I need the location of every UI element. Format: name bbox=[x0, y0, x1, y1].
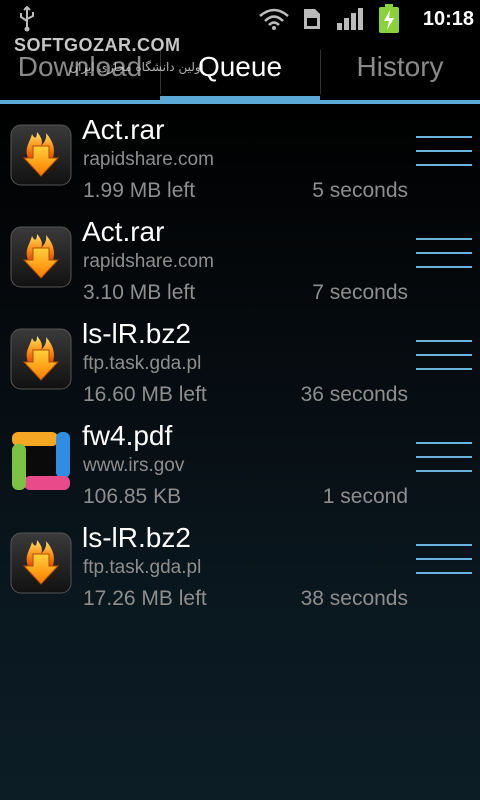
file-name: ls-lR.bz2 bbox=[82, 522, 191, 553]
drag-handle-icon[interactable] bbox=[416, 442, 472, 476]
sim-icon bbox=[304, 9, 320, 29]
screen: 10:18 Download Queue History SOFTGOZAR.C… bbox=[0, 0, 480, 800]
time-remaining: 36 seconds bbox=[300, 383, 408, 406]
battery-charging-icon bbox=[379, 4, 399, 33]
list-item[interactable]: ls-lR.bz2 ftp.task.gda.pl 16.60 MB left … bbox=[0, 314, 480, 416]
file-host: ftp.task.gda.pl bbox=[83, 557, 202, 578]
status-bar: 10:18 bbox=[0, 0, 480, 38]
colorful-square-icon bbox=[10, 430, 72, 492]
list-item[interactable]: Act.rar rapidshare.com 1.99 MB left 5 se… bbox=[0, 110, 480, 212]
wifi-icon bbox=[259, 8, 289, 30]
time-remaining: 7 seconds bbox=[312, 281, 408, 304]
signal-icon bbox=[337, 8, 363, 30]
tab-history[interactable]: History bbox=[320, 38, 480, 104]
tab-divider bbox=[320, 50, 321, 94]
download-fire-icon bbox=[10, 226, 72, 288]
file-name: fw4.pdf bbox=[82, 420, 173, 451]
time-remaining: 38 seconds bbox=[300, 587, 408, 610]
usb-icon bbox=[20, 6, 34, 32]
active-tab-indicator bbox=[160, 96, 320, 104]
watermark-subtext: اولین دانشگاه مجازی ایران bbox=[69, 60, 204, 74]
drag-handle-icon[interactable] bbox=[416, 238, 472, 272]
file-name: Act.rar bbox=[82, 114, 165, 145]
drag-handle-icon[interactable] bbox=[416, 136, 472, 170]
file-host: www.irs.gov bbox=[83, 455, 185, 476]
time-remaining: 1 second bbox=[322, 485, 408, 508]
file-name: Act.rar bbox=[82, 216, 165, 247]
queue-list: Act.rar rapidshare.com 1.99 MB left 5 se… bbox=[0, 110, 480, 620]
file-host: ftp.task.gda.pl bbox=[83, 353, 202, 374]
watermark: SOFTGOZAR.COM bbox=[14, 35, 181, 55]
list-item[interactable]: ls-lR.bz2 ftp.task.gda.pl 17.26 MB left … bbox=[0, 518, 480, 620]
drag-handle-icon[interactable] bbox=[416, 340, 472, 374]
download-fire-icon bbox=[10, 328, 72, 390]
clock: 10:18 bbox=[422, 8, 474, 30]
file-name: ls-lR.bz2 bbox=[82, 318, 191, 349]
drag-handle-icon[interactable] bbox=[416, 544, 472, 578]
file-host: rapidshare.com bbox=[83, 251, 214, 272]
file-host: rapidshare.com bbox=[83, 149, 214, 170]
list-item[interactable]: fw4.pdf www.irs.gov 106.85 KB 1 second bbox=[0, 416, 480, 518]
download-fire-icon bbox=[10, 124, 72, 186]
download-fire-icon bbox=[10, 532, 72, 594]
list-item[interactable]: Act.rar rapidshare.com 3.10 MB left 7 se… bbox=[0, 212, 480, 314]
time-remaining: 5 seconds bbox=[312, 179, 408, 202]
